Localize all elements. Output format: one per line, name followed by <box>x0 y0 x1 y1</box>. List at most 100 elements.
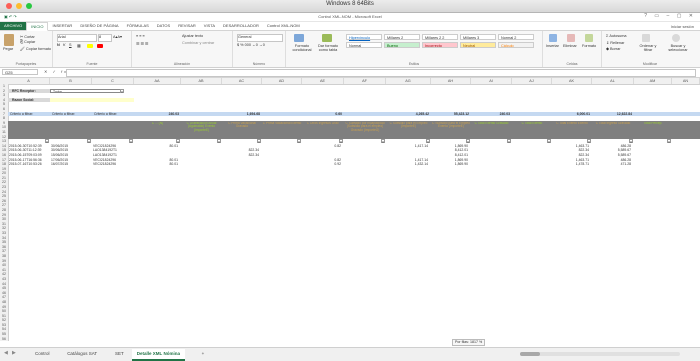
font-size-select[interactable]: 8 <box>98 34 112 42</box>
total-value[interactable]: 240.03 <box>471 112 512 117</box>
format-button[interactable]: Formato <box>582 44 596 48</box>
filter-dropdown-icon[interactable]: ▾ <box>381 138 385 144</box>
data-cell[interactable]: 16/07/2015 <box>50 162 92 167</box>
total-value[interactable]: 6,000.01 <box>552 112 592 117</box>
sheet-tab[interactable]: Control <box>30 349 55 359</box>
underline-button[interactable]: S <box>69 43 72 47</box>
data-cell[interactable] <box>512 162 552 167</box>
data-cell[interactable] <box>344 162 386 167</box>
format-cells-icon[interactable] <box>585 34 593 42</box>
column-header[interactable]: B <box>50 78 92 84</box>
rfc-label[interactable]: RFC Receptor: <box>8 88 50 94</box>
find-select-button[interactable]: Buscar y seleccionar <box>664 44 692 52</box>
excel-window-buttons[interactable]: ? ▭ – ▢ ✕ <box>644 13 696 19</box>
worksheet-grid[interactable]: A B C AA AB AC AD AE AF AG AH AI AJ AK AL AM AN 12345678… <box>0 78 700 346</box>
ribbon-tab[interactable]: DATOS <box>153 22 174 30</box>
dropdown-arrow-icon[interactable]: ▾ <box>120 88 124 94</box>
data-cell[interactable]: 1,432.14 <box>386 162 431 167</box>
data-cell[interactable]: 0.92 <box>302 162 344 167</box>
delete-button[interactable]: Eliminar <box>563 44 577 48</box>
data-cell[interactable] <box>181 162 222 167</box>
filter-dropdown-icon[interactable]: ▾ <box>507 138 511 144</box>
row-header[interactable]: 56 <box>0 337 8 342</box>
data-cell[interactable]: 471.28 <box>592 162 634 167</box>
cell-style-2[interactable]: Millares 2 2 <box>422 34 458 40</box>
add-sheet-icon[interactable]: + <box>197 349 210 359</box>
data-cell[interactable]: 80.01 <box>134 162 181 167</box>
filter-dropdown-icon[interactable]: ▾ <box>667 138 671 144</box>
cut-button[interactable]: ✂ Cortar <box>20 34 35 39</box>
total-value[interactable]: 12,622.84 <box>592 112 634 117</box>
sheet-tab[interactable]: SET <box>110 349 129 359</box>
cell-style-7[interactable]: Incorrecto <box>422 42 458 48</box>
sheet-tab[interactable]: Detalle XML Nómina <box>131 349 185 361</box>
next-sheet-icon[interactable]: ▶ <box>12 350 16 356</box>
criteria-filter-cell[interactable]: Criterio a filtrar: <box>8 112 50 117</box>
insert-cells-icon[interactable] <box>549 34 557 42</box>
cell-style-9[interactable]: Cálculo <box>498 42 534 48</box>
paste-icon[interactable] <box>4 34 14 46</box>
paste-button[interactable]: Pegar <box>3 47 13 51</box>
filter-dropdown-icon[interactable]: ▾ <box>426 138 430 144</box>
column-header[interactable]: AG <box>386 78 431 84</box>
fill-color-icon[interactable] <box>87 44 93 48</box>
autosum-button[interactable]: Σ Autosuma <box>606 34 627 38</box>
column-header[interactable]: AF <box>344 78 386 84</box>
column-header[interactable]: AH <box>431 78 471 84</box>
wrap-text-button[interactable]: Ajustar texto <box>182 34 203 38</box>
filter-dropdown-icon[interactable]: ▾ <box>257 138 261 144</box>
column-header[interactable]: AD <box>262 78 302 84</box>
total-value[interactable]: 55,423.12 <box>431 112 471 117</box>
ribbon-tab[interactable]: DISEÑO DE PÁGINA <box>76 22 122 30</box>
insert-button[interactable]: Insertar <box>546 44 559 48</box>
column-header[interactable]: AL <box>592 78 634 84</box>
data-cell[interactable]: 2015-07-16T10:53:26 <box>8 162 50 167</box>
font-grow-icon[interactable]: A▴A▾ <box>113 34 122 39</box>
copy-button[interactable]: ⎘ Copiar <box>20 40 35 44</box>
cell-style-1[interactable]: Millares 2 <box>384 34 420 40</box>
cell-style-4[interactable]: Normal 2 <box>498 34 534 40</box>
conditional-format-icon[interactable] <box>294 34 304 42</box>
scrollbar-thumb[interactable] <box>520 352 540 356</box>
total-value[interactable]: 4,265.42 <box>386 112 431 117</box>
column-header[interactable]: AN <box>672 78 700 84</box>
signin-link[interactable]: Iniciar sesión <box>671 24 700 29</box>
column-header[interactable]: AJ <box>512 78 552 84</box>
cell-style-5[interactable]: Normal <box>346 42 382 48</box>
delete-cells-icon[interactable] <box>567 34 575 42</box>
filter-dropdown-icon[interactable]: ▾ <box>45 138 49 144</box>
align-left-icon[interactable]: ☰ ☰ ☰ <box>136 41 148 46</box>
clear-button[interactable]: ◆ Borrar <box>606 46 621 51</box>
column-header[interactable]: AC <box>222 78 262 84</box>
total-value[interactable]: 0.60 <box>302 112 344 117</box>
ribbon-tab[interactable]: Control XML-NOM <box>263 22 304 30</box>
sheet-tab[interactable]: Catálogos SAT <box>62 349 102 359</box>
filter-dropdown-icon[interactable]: ▾ <box>587 138 591 144</box>
razon-social-value[interactable] <box>50 97 134 103</box>
number-format-select[interactable]: General <box>237 34 283 42</box>
horizontal-scrollbar[interactable] <box>520 352 680 356</box>
find-icon[interactable] <box>672 34 680 42</box>
rfc-dropdown[interactable]: Todos <box>50 88 124 94</box>
fill-button[interactable]: ⇓ Rellenar <box>606 40 624 45</box>
column-header[interactable]: AB <box>181 78 222 84</box>
format-as-table-button[interactable]: Dar formato como tabla <box>316 44 340 52</box>
total-value[interactable]: 240.03 <box>134 112 181 117</box>
ribbon-tab[interactable]: INICIO <box>26 21 49 31</box>
column-header[interactable]: A <box>8 78 50 84</box>
filter-dropdown-icon[interactable]: ▾ <box>297 138 301 144</box>
data-cell[interactable] <box>262 162 302 167</box>
ribbon-tab[interactable]: ARCHIVO <box>0 22 27 30</box>
ribbon-tab[interactable]: DESARROLLADOR <box>219 22 263 30</box>
ribbon-tab[interactable]: VISTA <box>200 22 219 30</box>
filter-dropdown-icon[interactable]: ▾ <box>629 138 633 144</box>
cell-style-0[interactable]: Hipervínculo <box>346 34 382 40</box>
filter-dropdown-icon[interactable]: ▾ <box>176 138 180 144</box>
prev-sheet-icon[interactable]: ◀ <box>4 350 8 356</box>
cell-style-6[interactable]: Bueno <box>384 42 420 48</box>
column-header[interactable]: AM <box>634 78 672 84</box>
filter-dropdown-icon[interactable]: ▾ <box>217 138 221 144</box>
column-header[interactable]: AK <box>552 78 592 84</box>
criteria-filter-cell[interactable]: Criterio a filtrar: <box>50 112 92 117</box>
sort-filter-button[interactable]: Ordenar y filtrar <box>636 44 660 52</box>
